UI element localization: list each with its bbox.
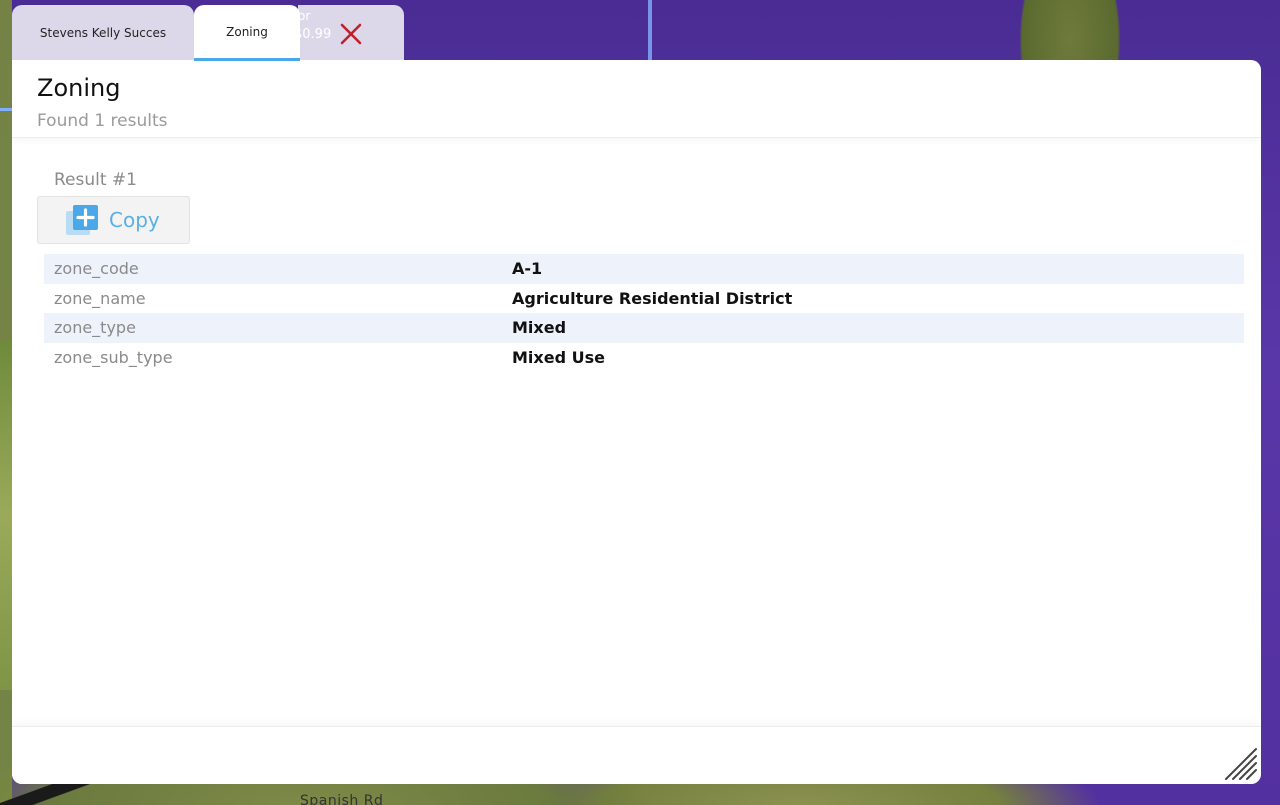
zoning-panel: Zoning Found 1 results Result #1 Copy zo…	[12, 60, 1261, 784]
panel-footer	[12, 726, 1261, 784]
panel-header: Zoning Found 1 results	[12, 60, 1261, 138]
table-row: zone_name Agriculture Residential Distri…	[44, 284, 1244, 314]
tab-bar: Stevens Kelly Succes Zoning or $0.99	[12, 5, 404, 61]
tab-label: Zoning	[226, 24, 268, 39]
result-label: Result #1	[54, 170, 137, 190]
tab-stevens-kelly[interactable]: Stevens Kelly Succes	[12, 5, 194, 61]
table-row: zone_code A-1	[44, 254, 1244, 284]
resize-handle-icon[interactable]	[1223, 746, 1257, 780]
field-name: zone_code	[54, 259, 139, 279]
field-name: zone_name	[54, 288, 146, 308]
field-value: Agriculture Residential District	[512, 288, 793, 308]
tab-extra: or $0.99	[294, 5, 404, 61]
field-value: Mixed	[512, 318, 567, 338]
panel-title: Zoning	[37, 74, 121, 102]
close-icon[interactable]	[338, 21, 364, 47]
results-count: Found 1 results	[37, 111, 168, 131]
copy-button[interactable]: Copy	[37, 196, 190, 244]
field-value: Mixed Use	[512, 347, 605, 367]
field-name: zone_sub_type	[54, 347, 173, 367]
table-row: zone_type Mixed	[44, 313, 1244, 343]
map-road-label: Spanish Rd	[300, 793, 384, 805]
panel-body[interactable]: Result #1 Copy zone_code A-1 zone_name A…	[12, 144, 1261, 724]
map-terrain-strip	[0, 340, 12, 690]
copy-button-label: Copy	[109, 208, 160, 232]
field-value: A-1	[512, 259, 543, 279]
tab-label: Stevens Kelly Succes	[39, 26, 167, 40]
tab-zoning[interactable]: Zoning	[194, 5, 300, 61]
copy-icon	[66, 205, 98, 235]
field-name: zone_type	[54, 318, 136, 338]
result-table: zone_code A-1 zone_name Agriculture Resi…	[44, 254, 1244, 372]
map-road	[648, 0, 652, 62]
table-row: zone_sub_type Mixed Use	[44, 343, 1244, 373]
